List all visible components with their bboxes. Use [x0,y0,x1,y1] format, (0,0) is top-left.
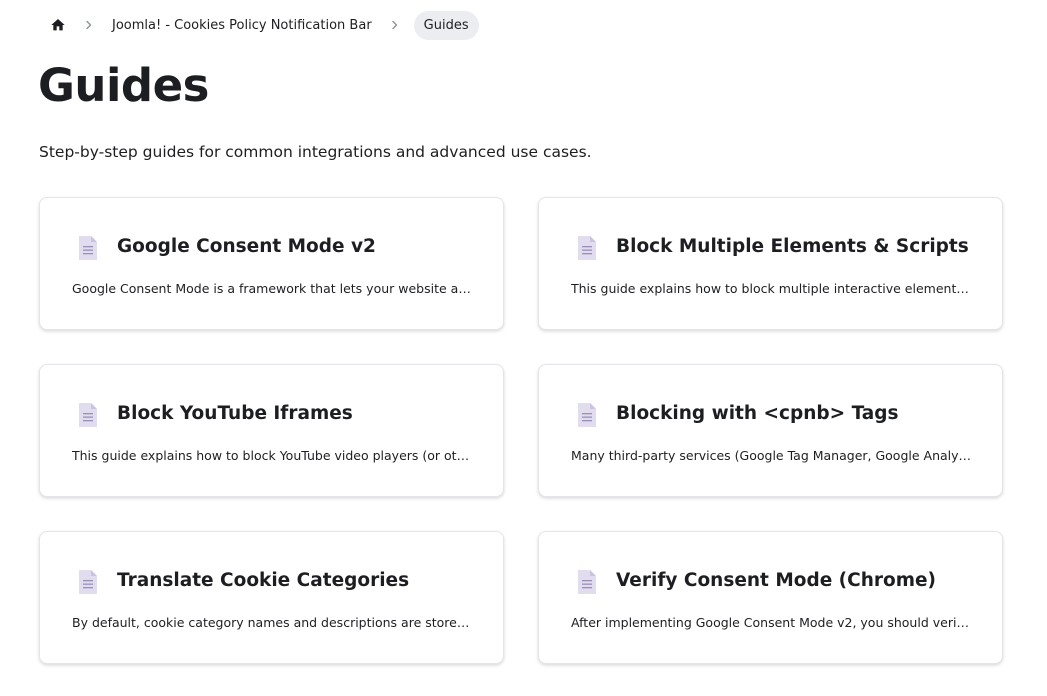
guide-card-title: Blocking with <cpnb> Tags [616,403,899,424]
document-icon [78,235,98,261]
chevron-right-icon [72,20,106,30]
guide-card-description: Many third-party services (Google Tag Ma… [571,448,973,463]
page-description: Step-by-step guides for common integrati… [39,143,592,161]
guide-card[interactable]: Translate Cookie Categories By default, c… [39,531,504,664]
guide-card-title: Google Consent Mode v2 [117,236,376,257]
guide-card-description: This guide explains how to block multipl… [571,281,973,296]
document-icon [577,235,597,261]
breadcrumb-parent-link[interactable]: Joomla! - Cookies Policy Notification Ba… [106,18,378,33]
guide-card[interactable]: Block YouTube Iframes This guide explains… [39,364,504,497]
guides-page: Joomla! - Cookies Policy Notification Ba… [0,0,1047,696]
guide-card-description: This guide explains how to block YouTube… [72,448,474,463]
guide-card-description: By default, cookie category names and de… [72,615,474,630]
document-icon [577,569,597,595]
guide-card-title: Block YouTube Iframes [117,403,353,424]
breadcrumb: Joomla! - Cookies Policy Notification Ba… [44,10,479,40]
chevron-right-icon [378,20,412,30]
guide-card-title: Verify Consent Mode (Chrome) [616,570,937,591]
breadcrumb-home-link[interactable] [44,11,72,39]
guide-card-description: Google Consent Mode is a framework that … [72,281,474,296]
document-icon [78,402,98,428]
home-icon [51,19,65,31]
guide-card[interactable]: Blocking with <cpnb> Tags Many third-part… [538,364,1003,497]
page-title: Guides [38,59,209,112]
document-icon [577,402,597,428]
guide-card[interactable]: Google Consent Mode v2 Google Consent Mod… [39,197,504,330]
document-icon [78,569,98,595]
guide-card-description: After implementing Google Consent Mode v… [571,615,973,630]
guide-card[interactable]: Block Multiple Elements & Scripts This gu… [538,197,1003,330]
guide-card-title: Translate Cookie Categories [117,570,410,591]
guide-card-title: Block Multiple Elements & Scripts [616,236,969,257]
guide-card[interactable]: Verify Consent Mode (Chrome) After implem… [538,531,1003,664]
breadcrumb-current: Guides [413,10,479,40]
